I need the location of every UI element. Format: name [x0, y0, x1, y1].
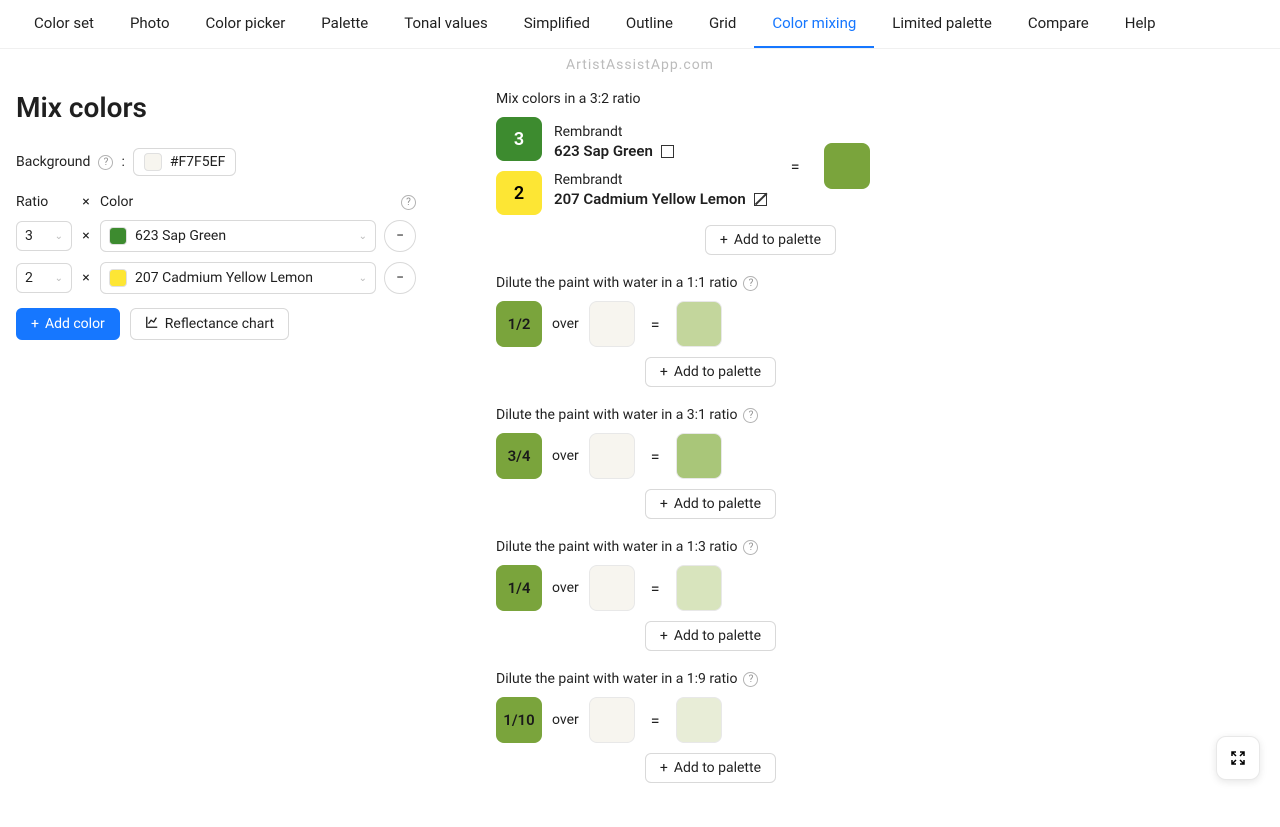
over-label: over	[552, 448, 579, 464]
nav-tab[interactable]: Help	[1107, 0, 1174, 48]
remove-button[interactable]: −	[384, 220, 416, 252]
nav-tab[interactable]: Photo	[112, 0, 188, 48]
color-select[interactable]: 207 Cadmium Yellow Lemon ⌄	[100, 262, 376, 294]
dilute-text: Dilute the paint with water in a 1:1 rat…	[496, 275, 737, 291]
over-label: over	[552, 580, 579, 596]
dilute-text: Dilute the paint with water in a 1:9 rat…	[496, 671, 737, 687]
fullscreen-button[interactable]	[1216, 736, 1260, 780]
nav-tab[interactable]: Simplified	[506, 0, 608, 48]
ratio-select[interactable]: 2⌄	[16, 263, 72, 293]
equals-sign: =	[651, 315, 660, 334]
plus-icon: +	[660, 760, 668, 776]
background-input[interactable]: #F7F5EF	[133, 148, 237, 176]
add-to-palette-button[interactable]: + Add to palette	[705, 225, 836, 255]
remove-button[interactable]: −	[384, 262, 416, 294]
plus-icon: +	[660, 364, 668, 380]
background-swatch	[144, 153, 162, 171]
minus-icon: −	[396, 228, 404, 244]
help-icon[interactable]: ?	[743, 540, 758, 555]
equals-sign: =	[791, 157, 800, 176]
color-select[interactable]: 623 Sap Green ⌄	[100, 220, 376, 252]
help-icon[interactable]: ?	[743, 408, 758, 423]
color-swatch	[109, 269, 127, 287]
over-label: over	[552, 712, 579, 728]
nav-tab[interactable]: Tonal values	[386, 0, 506, 48]
chevron-down-icon: ⌄	[55, 231, 63, 242]
dilute-text: Dilute the paint with water in a 3:1 rat…	[496, 407, 737, 423]
plus-icon: +	[660, 628, 668, 644]
fraction-chip: 3/4	[496, 433, 542, 479]
help-icon[interactable]: ?	[743, 276, 758, 291]
nav-tab[interactable]: Color mixing	[754, 0, 874, 48]
color-name: 623 Sap Green	[135, 228, 226, 244]
dilute-result-swatch	[676, 301, 722, 347]
watermark: ArtistAssistApp.com	[0, 49, 1280, 73]
color-swatch	[109, 227, 127, 245]
equals-sign: =	[651, 447, 660, 466]
fraction-chip: 1/10	[496, 697, 542, 743]
chevron-down-icon: ⌄	[55, 273, 63, 284]
ratio-select[interactable]: 3⌄	[16, 221, 72, 251]
ratio-header: Ratio	[16, 194, 72, 210]
background-value: #F7F5EF	[170, 154, 226, 170]
minus-icon: −	[396, 270, 404, 286]
over-label: over	[552, 316, 579, 332]
opacity-icon	[661, 145, 674, 158]
color-header: Color	[100, 194, 393, 210]
help-icon[interactable]: ?	[401, 195, 416, 210]
add-to-palette-button[interactable]: +Add to palette	[645, 357, 776, 387]
nav-tab[interactable]: Compare	[1010, 0, 1107, 48]
add-to-palette-button[interactable]: +Add to palette	[645, 489, 776, 519]
add-to-palette-button[interactable]: +Add to palette	[645, 621, 776, 651]
help-icon[interactable]: ?	[743, 672, 758, 687]
add-to-palette-button[interactable]: +Add to palette	[645, 753, 776, 783]
nav-tab[interactable]: Color set	[16, 0, 112, 48]
mix-heading: Mix colors in a 3:2 ratio	[496, 91, 1264, 107]
ratio-chip: 2	[496, 171, 542, 215]
add-color-button[interactable]: + Add color	[16, 308, 120, 340]
background-label: Background	[16, 154, 90, 170]
brand-name: Rembrandt	[554, 172, 767, 188]
top-nav: Color setPhotoColor pickerPaletteTonal v…	[0, 0, 1280, 49]
fraction-chip: 1/2	[496, 301, 542, 347]
base-swatch	[589, 433, 635, 479]
opacity-icon	[754, 193, 767, 206]
plus-icon: +	[660, 496, 668, 512]
x-header: ×	[80, 194, 92, 210]
color-name: 207 Cadmium Yellow Lemon	[554, 190, 767, 208]
color-name: 623 Sap Green	[554, 142, 767, 160]
nav-tab[interactable]: Palette	[303, 0, 386, 48]
base-swatch	[589, 565, 635, 611]
page-title: Mix colors	[16, 91, 416, 124]
mix-result-swatch	[824, 143, 870, 189]
equals-sign: =	[651, 711, 660, 730]
nav-tab[interactable]: Outline	[608, 0, 691, 48]
plus-icon: +	[720, 232, 728, 248]
reflectance-chart-button[interactable]: Reflectance chart	[130, 308, 289, 340]
color-name: 207 Cadmium Yellow Lemon	[135, 270, 313, 286]
chart-icon	[145, 315, 159, 333]
fraction-chip: 1/4	[496, 565, 542, 611]
chevron-down-icon: ⌄	[359, 231, 367, 242]
base-swatch	[589, 301, 635, 347]
dilute-result-swatch	[676, 697, 722, 743]
dilute-text: Dilute the paint with water in a 1:3 rat…	[496, 539, 737, 555]
dilute-result-swatch	[676, 433, 722, 479]
chevron-down-icon: ⌄	[359, 273, 367, 284]
nav-tab[interactable]: Grid	[691, 0, 754, 48]
nav-tab[interactable]: Color picker	[188, 0, 304, 48]
help-icon[interactable]: ?	[98, 155, 113, 170]
ratio-chip: 3	[496, 117, 542, 161]
brand-name: Rembrandt	[554, 124, 767, 140]
equals-sign: =	[651, 579, 660, 598]
nav-tab[interactable]: Limited palette	[874, 0, 1010, 48]
plus-icon: +	[31, 316, 39, 332]
base-swatch	[589, 697, 635, 743]
dilute-result-swatch	[676, 565, 722, 611]
